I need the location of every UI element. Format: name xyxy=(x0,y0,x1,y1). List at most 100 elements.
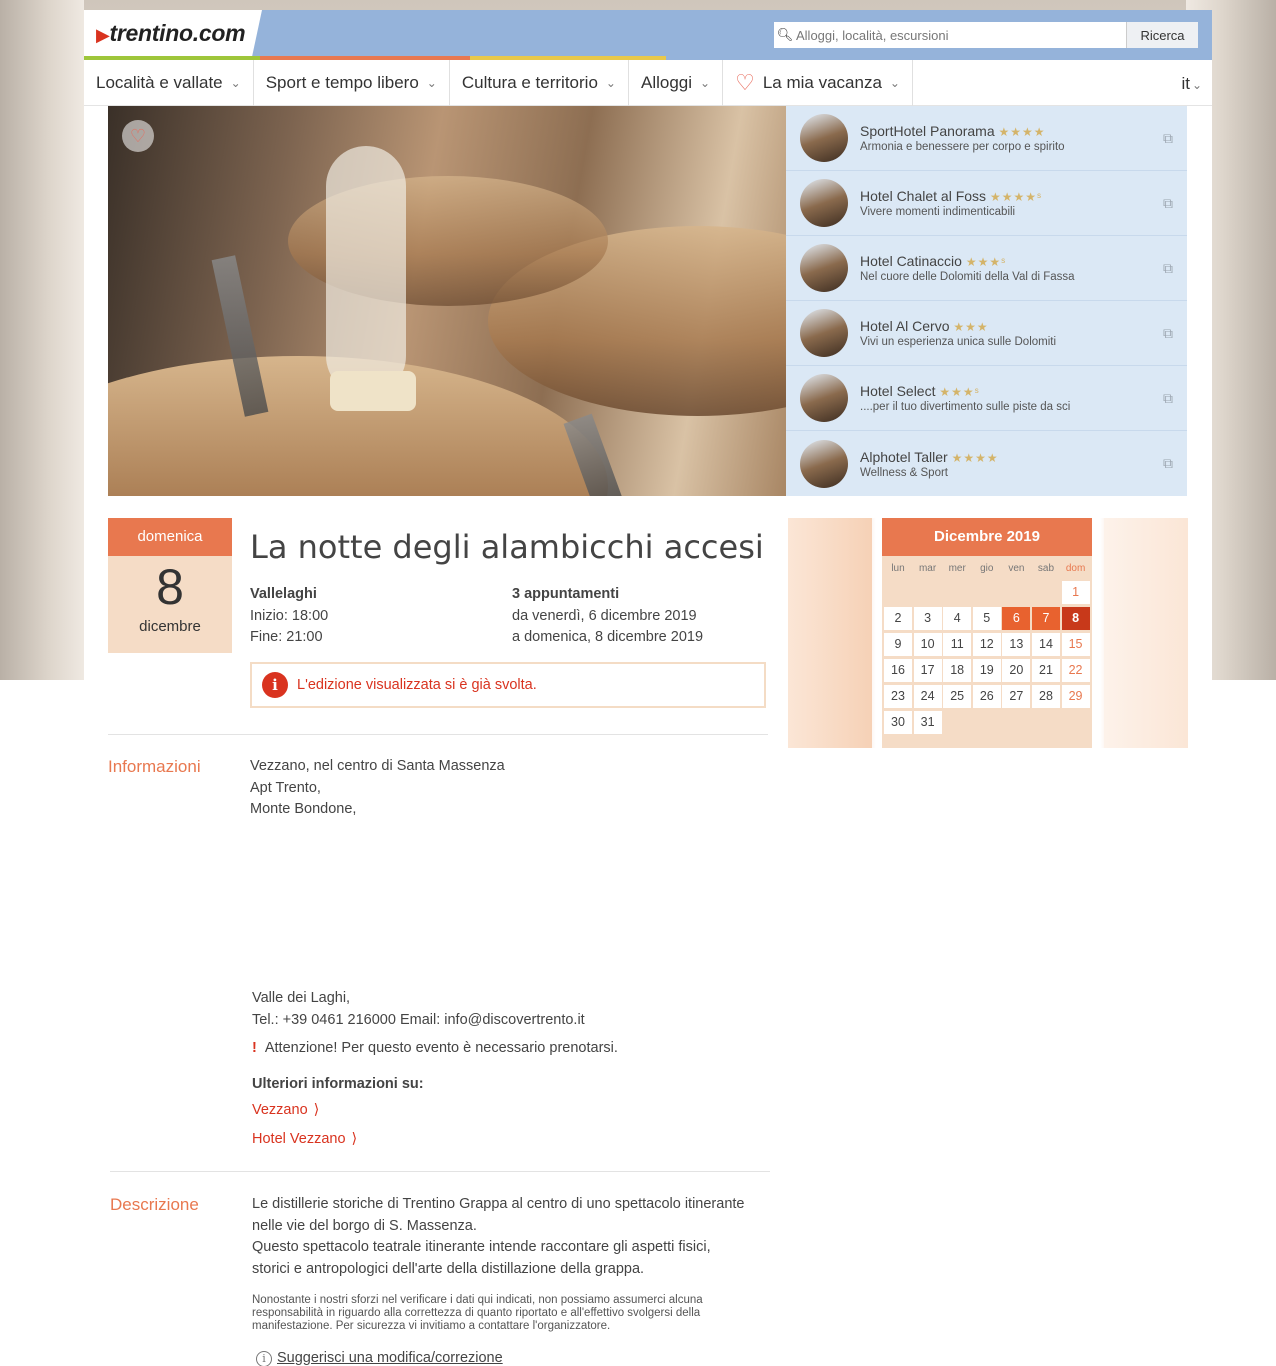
logo-container[interactable]: ▶trentino.com xyxy=(84,10,262,60)
hero-image: ♡ xyxy=(108,106,786,496)
calendar-day[interactable]: 4 xyxy=(943,607,972,630)
event-details: Vallelaghi Inizio: 18:00 Fine: 21:00 xyxy=(250,584,328,649)
hotel-text: Hotel Catinaccio ★★★ˢ Nel cuore delle Do… xyxy=(860,253,1075,283)
favorite-button[interactable]: ♡ xyxy=(122,120,154,152)
calendar-day[interactable]: 25 xyxy=(943,685,972,708)
external-link-icon[interactable]: ⧉ xyxy=(1163,455,1173,472)
calendar-day[interactable]: 18 xyxy=(943,659,972,682)
search-button[interactable]: Ricerca xyxy=(1126,22,1198,48)
calendar-day[interactable]: 23 xyxy=(884,685,912,708)
hotel-item[interactable]: Hotel Al Cervo ★★★ Vivi un esperienza un… xyxy=(786,301,1187,366)
hotel-thumbnail xyxy=(800,439,848,488)
nav-item-localita[interactable]: Località e vallate ⌄ xyxy=(84,59,254,106)
calendar-day[interactable]: 14 xyxy=(1031,633,1060,656)
calendar-day[interactable]: 12 xyxy=(972,633,1001,656)
calendar-day[interactable]: 9 xyxy=(884,633,912,656)
calendar-day[interactable]: 2 xyxy=(884,607,912,630)
hotel-text: Alphotel Taller ★★★★ Wellness & Sport xyxy=(860,449,999,479)
logo-text: trentino.com xyxy=(109,20,246,46)
calendar-day[interactable]: 6 xyxy=(1002,607,1031,630)
event-start-time: Inizio: 18:00 xyxy=(250,607,329,624)
hotel-text: Hotel Chalet al Foss ★★★★ˢ Vivere moment… xyxy=(860,188,1042,218)
calendar-day[interactable]: 31 xyxy=(913,711,942,734)
calendar-day[interactable]: 13 xyxy=(1002,633,1031,656)
calendar-day[interactable]: 1 xyxy=(1061,581,1090,604)
nav-item-sport[interactable]: Sport e tempo libero ⌄ xyxy=(254,59,450,106)
link-label: Vezzano xyxy=(252,1102,308,1118)
link-hotel-vezzano[interactable]: Hotel Vezzano ⟩ xyxy=(252,1131,357,1147)
calendar-day[interactable]: 5 xyxy=(972,607,1001,630)
suggest-edit-link[interactable]: Suggerisci una modifica/correzione xyxy=(277,1350,503,1366)
booking-warning: ! Attenzione! Per questo evento è necessa… xyxy=(252,1040,618,1056)
calendar-weekday: sab xyxy=(1037,563,1055,574)
description-paragraph: Le distillerie storiche di Trentino Grap… xyxy=(252,1196,745,1234)
hotel-item[interactable]: Hotel Chalet al Foss ★★★★ˢ Vivere moment… xyxy=(786,171,1187,236)
hotel-subtitle: Armonia e benessere per corpo e spirito xyxy=(860,141,1065,153)
calendar-day[interactable]: 17 xyxy=(913,659,942,682)
external-link-icon[interactable]: ⧉ xyxy=(1163,195,1173,212)
info-icon: i xyxy=(262,672,288,698)
calendar-day[interactable]: 3 xyxy=(913,607,942,630)
hotel-subtitle: Vivere momenti indimenticabili xyxy=(860,206,1016,218)
calendar-day[interactable]: 24 xyxy=(913,685,942,708)
external-link-icon[interactable]: ⧉ xyxy=(1163,325,1173,342)
event-place: Vallelaghi xyxy=(250,586,317,602)
nav-label: Località e vallate xyxy=(96,72,223,92)
calendar-day[interactable]: 27 xyxy=(1002,685,1031,708)
hotel-item[interactable]: Alphotel Taller ★★★★ Wellness & Sport ⧉ xyxy=(786,431,1187,496)
calendar-day[interactable]: 19 xyxy=(972,659,1001,682)
hotel-stars: ★★★★ xyxy=(998,125,1046,139)
hotel-item[interactable]: SportHotel Panorama ★★★★ Armonia e benes… xyxy=(786,106,1187,171)
info-line: Valle dei Laghi, xyxy=(252,990,351,1006)
calendar-day[interactable]: 30 xyxy=(884,711,912,734)
calendar-day[interactable]: 22 xyxy=(1061,659,1090,682)
calendar-day[interactable]: 15 xyxy=(1061,633,1090,656)
calendar-day[interactable]: 21 xyxy=(1031,659,1060,682)
site-logo[interactable]: ▶trentino.com xyxy=(96,20,246,47)
calendar-day[interactable]: 7 xyxy=(1031,607,1060,630)
calendar-day[interactable]: 11 xyxy=(943,633,972,656)
event-appointments: 3 appuntamenti da venerdì, 6 dicembre 20… xyxy=(512,584,703,649)
hotel-stars: ★★★★ˢ xyxy=(989,190,1043,204)
hotel-item[interactable]: Hotel Catinaccio ★★★ˢ Nel cuore delle Do… xyxy=(786,236,1187,301)
calendar-day[interactable]: 26 xyxy=(972,685,1001,708)
external-link-icon[interactable]: ⧉ xyxy=(1163,130,1173,147)
event-month: dicembre xyxy=(139,618,201,635)
hotel-stars: ★★★★ xyxy=(951,450,999,465)
calendar-day[interactable]: 16 xyxy=(884,659,912,682)
nav-label: Sport e tempo libero xyxy=(265,72,419,92)
chevron-down-icon: ⌄ xyxy=(700,75,711,90)
link-vezzano[interactable]: Vezzano ⟩ xyxy=(252,1102,319,1118)
nav-item-cultura[interactable]: Cultura e territorio ⌄ xyxy=(450,59,629,106)
chevron-down-icon: ⌄ xyxy=(889,75,900,90)
hotel-item[interactable]: Hotel Select ★★★ˢ ....per il tuo diverti… xyxy=(786,366,1187,431)
search-input[interactable] xyxy=(796,23,1126,47)
hotel-name: Hotel Chalet al Foss xyxy=(860,188,987,204)
hotel-stars: ★★★ˢ xyxy=(939,385,980,399)
hotel-subtitle: Wellness & Sport xyxy=(860,466,948,479)
nav-label: Cultura e territorio xyxy=(461,72,598,92)
hotel-thumbnail xyxy=(800,374,848,422)
nav-item-alloggi[interactable]: Alloggi ⌄ xyxy=(629,59,724,106)
hotel-name: Hotel Catinaccio xyxy=(860,253,962,269)
chevron-down-icon: ⌄ xyxy=(605,75,616,90)
calendar-day[interactable]: 29 xyxy=(1061,685,1090,708)
chevron-down-icon: ⌄ xyxy=(230,75,241,90)
nav-item-mia-vacanza[interactable]: ♡ La mia vacanza ⌄ xyxy=(723,59,913,106)
calendar-weekday: ven xyxy=(1008,563,1025,574)
external-link-icon[interactable]: ⧉ xyxy=(1163,390,1173,407)
calendar-empty-cell xyxy=(973,581,1001,604)
language-selector[interactable]: it ⌄ xyxy=(1181,74,1202,94)
airlock-stopper xyxy=(330,371,416,411)
search-icon: 🔍︎ xyxy=(776,27,794,42)
event-calendar: Dicembre 2019 lun mar mer gio ven sab dom 1 2 3 4 5… xyxy=(882,518,1092,748)
calendar-day[interactable]: 28 xyxy=(1031,685,1060,708)
event-date-box: domenica 8 dicembre xyxy=(108,518,232,653)
hotel-text: Hotel Al Cervo ★★★ Vivi un esperienza un… xyxy=(860,318,1056,348)
calendar-day[interactable]: 8 xyxy=(1061,607,1090,630)
hotel-thumbnail xyxy=(800,179,848,227)
calendar-day[interactable]: 10 xyxy=(913,633,942,656)
calendar-day[interactable]: 20 xyxy=(1002,659,1031,682)
external-link-icon[interactable]: ⧉ xyxy=(1163,260,1173,277)
calendar-weekday: mar xyxy=(918,563,937,574)
